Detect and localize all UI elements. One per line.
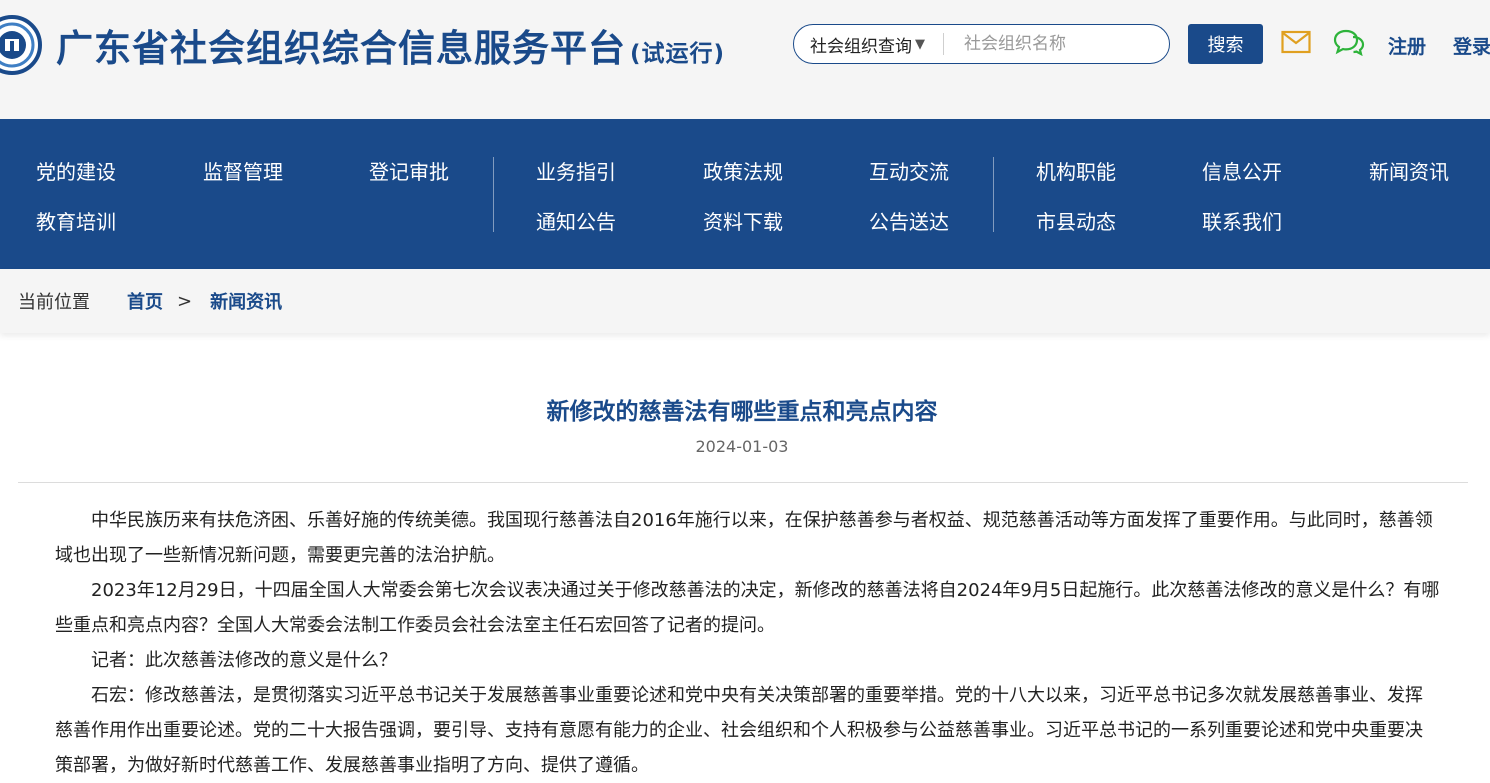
nav-item-party-building[interactable]: 党的建设: [36, 156, 116, 185]
chat-icon[interactable]: [1333, 28, 1365, 56]
nav-item-disclosure[interactable]: 信息公开: [1202, 156, 1282, 185]
search-type-value: 社会组织查询: [810, 36, 912, 57]
site-title-text: 广东省社会组织综合信息服务平台: [56, 27, 626, 70]
mail-icon[interactable]: [1281, 30, 1311, 54]
site-header: 广东省社会组织综合信息服务平台(试运行) 社会组织查询 ▼ 搜索 注册 登录: [0, 0, 1490, 119]
site-title-suffix: (试运行): [630, 41, 726, 67]
register-link[interactable]: 注册: [1388, 32, 1426, 59]
search-box: 社会组织查询 ▼: [793, 24, 1170, 64]
nav-item-business-guide[interactable]: 业务指引: [536, 156, 616, 185]
breadcrumb-current-link[interactable]: 新闻资讯: [210, 288, 282, 314]
nav-item-notices[interactable]: 通知公告: [536, 206, 616, 235]
search-button[interactable]: 搜索: [1188, 24, 1263, 64]
nav-item-downloads[interactable]: 资料下载: [703, 206, 783, 235]
nav-item-training[interactable]: 教育培训: [36, 206, 116, 235]
article-date: 2024-01-03: [695, 437, 789, 456]
search-type-select[interactable]: 社会组织查询 ▼: [794, 33, 944, 57]
nav-item-news[interactable]: 新闻资讯: [1369, 156, 1449, 185]
site-title: 广东省社会组织综合信息服务平台 (试运行): [56, 18, 725, 72]
nav-item-functions[interactable]: 机构职能: [1036, 156, 1116, 185]
search-input[interactable]: [962, 33, 1152, 55]
platform-logo-icon[interactable]: [0, 14, 48, 76]
nav-item-policy[interactable]: 政策法规: [703, 156, 783, 185]
breadcrumb-label: 当前位置: [18, 292, 90, 313]
breadcrumb-separator: >: [177, 290, 193, 312]
article-title: 新修改的慈善法有哪些重点和亮点内容: [546, 399, 938, 425]
nav-item-contact[interactable]: 联系我们: [1202, 206, 1282, 235]
article-paragraph: 2023年12月29日，十四届全国人大常委会第七次会议表决通过关于修改慈善法的决…: [55, 580, 1440, 636]
article-paragraph: 中华民族历来有扶危济困、乐善好施的传统美德。我国现行慈善法自2016年施行以来，…: [55, 510, 1433, 566]
breadcrumb: 当前位置 首页 > 新闻资讯: [0, 269, 1490, 333]
nav-divider: [993, 157, 994, 232]
nav-item-service-notice[interactable]: 公告送达: [869, 206, 949, 235]
nav-divider: [493, 157, 494, 232]
main-nav: 党的建设 监督管理 登记审批 业务指引 政策法规 互动交流 机构职能 信息公开 …: [0, 119, 1490, 269]
article-paragraph: 记者：此次慈善法修改的意义是什么？: [91, 650, 397, 671]
article-divider: [18, 482, 1468, 483]
nav-item-interaction[interactable]: 互动交流: [869, 156, 949, 185]
article-body: 中华民族历来有扶危济困、乐善好施的传统美德。我国现行慈善法自2016年施行以来，…: [55, 503, 1440, 783]
nav-item-registration[interactable]: 登记审批: [369, 156, 449, 185]
login-link[interactable]: 登录: [1453, 32, 1490, 59]
nav-item-city-news[interactable]: 市县动态: [1036, 206, 1116, 235]
caret-down-icon: ▼: [915, 36, 925, 52]
nav-item-supervision[interactable]: 监督管理: [203, 156, 283, 185]
article-paragraph: 石宏：修改慈善法，是贯彻落实习近平总书记关于发展慈善事业重要论述和党中央有关决策…: [55, 685, 1423, 776]
breadcrumb-home-link[interactable]: 首页: [127, 288, 163, 314]
